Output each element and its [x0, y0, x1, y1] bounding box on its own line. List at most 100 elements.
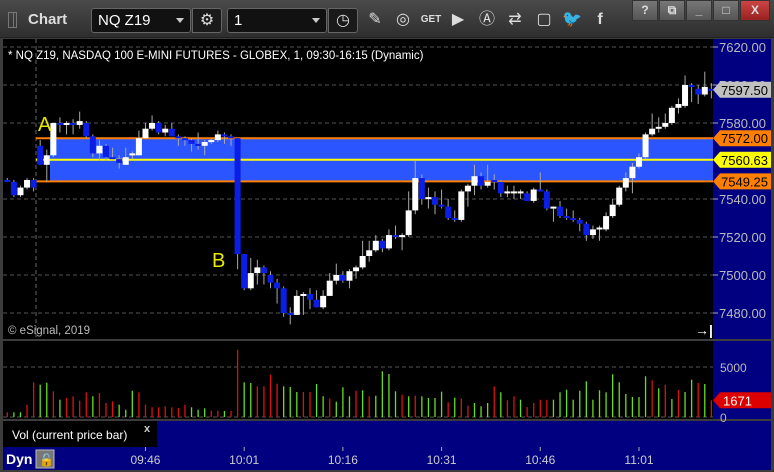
candle-body [70, 123, 77, 125]
copyright: © eSignal, 2019 [8, 325, 90, 337]
candle-body [675, 104, 682, 108]
candle-body [530, 189, 537, 201]
candle[interactable] [10, 180, 17, 198]
candle-body [649, 128, 656, 135]
candle-body [320, 295, 327, 308]
candle[interactable] [280, 286, 287, 317]
candle-body [438, 204, 445, 207]
candle-body [155, 123, 162, 133]
candle-body [10, 181, 17, 196]
chart-header: * NQ Z19, NASDAQ 100 E-MINI FUTURES - GL… [8, 50, 424, 62]
time-tick-label: 10:31 [427, 453, 457, 467]
last-price-label: 7597.50 [721, 83, 768, 98]
scroll-to-end-icon[interactable]: →| [695, 322, 713, 338]
level-price-label: 7549.25 [721, 174, 768, 189]
candle-body [682, 85, 689, 106]
price-tick-label: 7580.00 [719, 116, 766, 131]
candle-body [30, 180, 37, 188]
candle-body [254, 267, 261, 274]
candle[interactable] [530, 187, 537, 203]
annotation-b[interactable]: B [212, 250, 225, 272]
candle[interactable] [155, 121, 162, 135]
candle-body [537, 189, 544, 192]
candle[interactable] [83, 121, 90, 139]
candle-body [359, 256, 366, 268]
candle-body [83, 123, 90, 137]
candle-body [214, 134, 221, 141]
candle[interactable] [234, 138, 241, 270]
candle-body [412, 178, 419, 211]
candle[interactable] [241, 254, 248, 291]
candle-body [478, 176, 485, 186]
candle[interactable] [668, 105, 675, 125]
candle-body [609, 204, 616, 217]
candle[interactable] [458, 189, 465, 222]
candle-body [576, 219, 583, 224]
candle-body [379, 240, 386, 249]
candle-body [181, 138, 188, 141]
candle-body [326, 280, 333, 296]
candle-body [616, 187, 623, 205]
close-study-icon[interactable]: x [144, 423, 151, 435]
candle-body [346, 271, 353, 281]
candle-body [517, 191, 524, 194]
study-label: Vol (current price bar) [12, 428, 127, 442]
candle-body [339, 275, 346, 281]
candle-body [405, 210, 412, 236]
candle-body [484, 181, 491, 186]
dynamic-label: Dyn [6, 451, 32, 467]
candle-body [603, 216, 610, 230]
candle-body [695, 88, 702, 95]
candle-body [221, 134, 228, 137]
candle-body [63, 123, 70, 125]
candle-body [510, 191, 517, 194]
candle-body [24, 180, 31, 188]
candle-body [471, 176, 478, 186]
candle-body [17, 187, 24, 196]
chart-canvas[interactable]: 7620.007600.007580.007540.007520.007500.… [0, 0, 774, 472]
level-price-label: 7572.00 [721, 131, 768, 146]
time-tick-label: 10:46 [525, 453, 555, 467]
volume-tick-label: 5000 [720, 361, 747, 375]
candle-body [372, 240, 379, 251]
candle-body [293, 295, 300, 315]
candle-body [129, 153, 136, 156]
candle-body [76, 121, 83, 125]
candle-body [274, 282, 281, 289]
candle-body [366, 250, 373, 256]
candle-body [642, 134, 649, 158]
candle[interactable] [642, 132, 649, 160]
candle[interactable] [543, 189, 550, 211]
time-tick-label: 09:46 [130, 453, 160, 467]
candle-body [655, 126, 662, 129]
annotation-a[interactable]: A [38, 114, 52, 136]
candle-body [195, 143, 202, 146]
candle-body [43, 155, 50, 165]
candle-body [267, 275, 274, 283]
candle-body [353, 267, 360, 272]
candle-body [135, 138, 142, 156]
candle-body [464, 185, 471, 192]
candle-body [37, 145, 44, 165]
candle-body [425, 197, 432, 200]
price-tick-label: 7480.00 [719, 306, 766, 321]
candle-body [201, 142, 208, 146]
price-pane[interactable] [3, 39, 713, 339]
time-axis[interactable] [3, 447, 771, 470]
candle-body [570, 218, 577, 220]
candle-body [306, 294, 313, 300]
candle-body [280, 288, 287, 313]
candle-body [557, 206, 564, 217]
volume-tick-label: 0 [720, 411, 727, 425]
candle-body [109, 157, 116, 160]
price-tick-label: 7540.00 [719, 192, 766, 207]
candle[interactable] [616, 185, 623, 207]
candle-body [260, 267, 267, 274]
candle-body [662, 123, 669, 127]
candle-body [234, 138, 241, 255]
candle-body [385, 235, 392, 249]
candle-body [629, 166, 636, 179]
candle-body [668, 107, 675, 123]
candle-body [497, 181, 504, 194]
candle-body [122, 157, 129, 165]
